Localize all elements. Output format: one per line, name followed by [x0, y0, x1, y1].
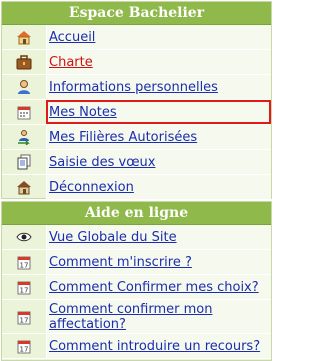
menu-link-saisie-des-voeux[interactable]: Saisie des vœux: [46, 150, 271, 174]
menu-item-informations-personnelles[interactable]: Informations personnelles: [2, 75, 271, 100]
aide-en-ligne-panel: Aide en ligne Vue Globale du Site 17 Com…: [1, 201, 272, 361]
svg-text:17: 17: [20, 262, 29, 270]
help-item-confirmer-affectation[interactable]: 17 Comment confirmer mon affectation?: [2, 300, 271, 334]
espace-bachelier-title: Espace Bachelier: [2, 2, 271, 25]
svg-text:17: 17: [20, 316, 29, 324]
calendar-icon: 17: [2, 275, 46, 299]
house-exit-icon: [2, 175, 46, 199]
help-link-confirmer-choix[interactable]: Comment Confirmer mes choix?: [46, 275, 271, 299]
briefcase-icon: [2, 50, 46, 74]
help-link-vue-globale[interactable]: Vue Globale du Site: [46, 225, 271, 249]
aide-en-ligne-title: Aide en ligne: [2, 202, 271, 225]
menu-item-accueil[interactable]: Accueil: [2, 25, 271, 50]
menu-link-charte[interactable]: Charte: [46, 50, 271, 74]
svg-text:17: 17: [20, 287, 29, 295]
help-link-comment-inscrire[interactable]: Comment m'inscrire ?: [46, 250, 271, 274]
calendar-icon: 17: [2, 334, 46, 358]
menu-item-mes-filieres-autorisees[interactable]: Mes Filières Autorisées: [2, 125, 271, 150]
menu-link-accueil[interactable]: Accueil: [46, 25, 271, 49]
help-item-confirmer-choix[interactable]: 17 Comment Confirmer mes choix?: [2, 275, 271, 300]
menu-link-mes-notes[interactable]: Mes Notes: [46, 100, 271, 124]
calendar-icon: [2, 100, 46, 124]
menu-link-deconnexion[interactable]: Déconnexion: [46, 175, 271, 199]
help-link-confirmer-affectation[interactable]: Comment confirmer mon affectation?: [46, 300, 271, 333]
home-icon: [2, 25, 46, 49]
user-arrow-icon: [2, 125, 46, 149]
menu-item-deconnexion[interactable]: Déconnexion: [2, 175, 271, 200]
help-item-comment-inscrire[interactable]: 17 Comment m'inscrire ?: [2, 250, 271, 275]
documents-icon: [2, 150, 46, 174]
calendar-icon: 17: [2, 300, 46, 333]
menu-item-charte[interactable]: Charte: [2, 50, 271, 75]
help-item-vue-globale[interactable]: Vue Globale du Site: [2, 225, 271, 250]
help-link-introduire-recours[interactable]: Comment introduire un recours?: [46, 334, 271, 358]
menu-link-informations-personnelles[interactable]: Informations personnelles: [46, 75, 271, 99]
menu-link-mes-filieres-autorisees[interactable]: Mes Filières Autorisées: [46, 125, 271, 149]
menu-item-saisie-des-voeux[interactable]: Saisie des vœux: [2, 150, 271, 175]
espace-bachelier-panel: Espace Bachelier Accueil Charte Informat…: [1, 1, 272, 200]
svg-text:17: 17: [20, 346, 29, 354]
help-item-introduire-recours[interactable]: 17 Comment introduire un recours?: [2, 334, 271, 359]
calendar-icon: 17: [2, 250, 46, 274]
person-icon: [2, 75, 46, 99]
eye-icon: [2, 225, 46, 249]
menu-item-mes-notes[interactable]: Mes Notes: [2, 100, 271, 125]
